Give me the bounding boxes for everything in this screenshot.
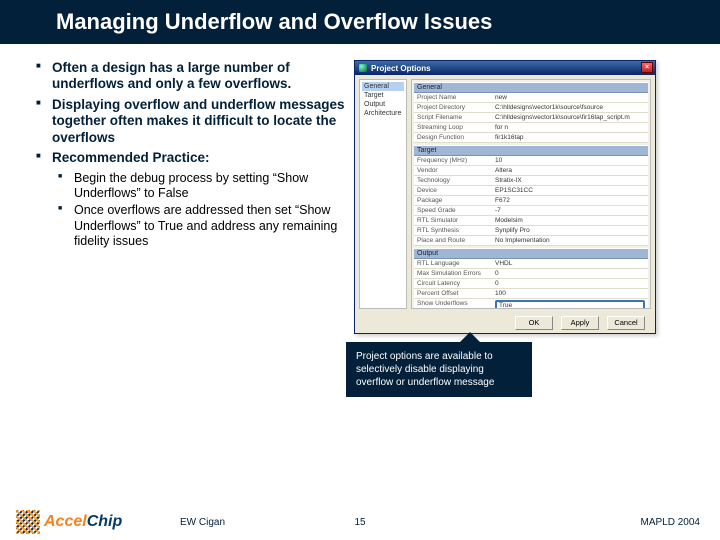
bullet-item: Recommended Practice: Begin the debug pr… [36,150,346,249]
prop-row: Place and RouteNo Implementation [414,236,648,246]
prop-row: VendorAltera [414,166,648,176]
prop-row: RTL SimulatorModelsim [414,216,648,226]
bullet-column: Often a design has a large number of und… [36,60,346,334]
ok-button[interactable]: OK [515,316,553,330]
nav-item-general[interactable]: General [362,82,404,91]
nav-item-target[interactable]: Target [362,91,404,100]
prop-row-show-underflows: Show UnderflowsTrue [414,299,648,309]
sub-bullet-item: Once overflows are addressed then set “S… [56,203,346,249]
footer-author: EW Cigan [180,517,225,528]
footer-event: MAPLD 2004 [641,517,700,528]
footer-page-number: 15 [354,517,365,528]
slide-title: Managing Underflow and Overflow Issues [56,9,492,35]
dialog-property-grid: General Project Namenew Project Director… [411,79,651,309]
dialog-title: Project Options [371,64,431,73]
project-options-dialog: Project Options × General Target Output … [354,60,656,334]
nav-item-output[interactable]: Output [362,100,404,109]
cancel-button[interactable]: Cancel [607,316,645,330]
prop-row: Project DirectoryC:\hlldesigns\vector1k\… [414,103,648,113]
bullet-item: Often a design has a large number of und… [36,60,346,93]
slide-title-bar: Managing Underflow and Overflow Issues [0,0,720,44]
sub-bullet-item: Begin the debug process by setting “Show… [56,171,346,202]
dialog-nav: General Target Output Architecture [359,79,407,309]
prop-row: Percent Offset100 [414,289,648,299]
prop-row: RTL SynthesisSynplify Pro [414,226,648,236]
prop-row: PackageF672 [414,196,648,206]
app-icon [359,64,367,72]
section-header-output[interactable]: Output [414,248,648,259]
bullet-item: Displaying overflow and underflow messag… [36,97,346,146]
prop-row: Circuit Latency0 [414,279,648,289]
callout-text: Project options are available to selecti… [356,351,494,388]
close-icon[interactable]: × [641,62,653,73]
prop-row: Script FilenameC:\hlldesigns\vector1k\so… [414,113,648,123]
prop-row: DeviceEP1SC31CC [414,186,648,196]
accelchip-logo: AccelChip [16,510,122,534]
prop-row: Frequency (MHz)10 [414,156,648,166]
prop-row: Design Functionfir1k16tap [414,133,648,143]
section-header-general[interactable]: General [414,82,648,93]
dialog-titlebar: Project Options × [355,61,655,75]
screenshot-column: Project Options × General Target Output … [354,60,700,334]
prop-row: Project Namenew [414,93,648,103]
slide-footer: AccelChip EW Cigan 15 MAPLD 2004 [0,510,720,534]
prop-row: Streaming Loopfor n [414,123,648,133]
apply-button[interactable]: Apply [561,316,599,330]
dialog-button-row: OK Apply Cancel [355,313,655,333]
logo-mark-icon [16,510,40,534]
content-area: Often a design has a large number of und… [0,44,720,338]
prop-row: TechnologyStratix-IX [414,176,648,186]
section-header-target[interactable]: Target [414,145,648,156]
prop-row: Max Simulation Errors0 [414,269,648,279]
callout-box: Project options are available to selecti… [346,342,532,397]
prop-row: RTL LanguageVHDL [414,259,648,269]
nav-item-architecture[interactable]: Architecture [362,109,404,118]
prop-row: Speed Grade-7 [414,206,648,216]
